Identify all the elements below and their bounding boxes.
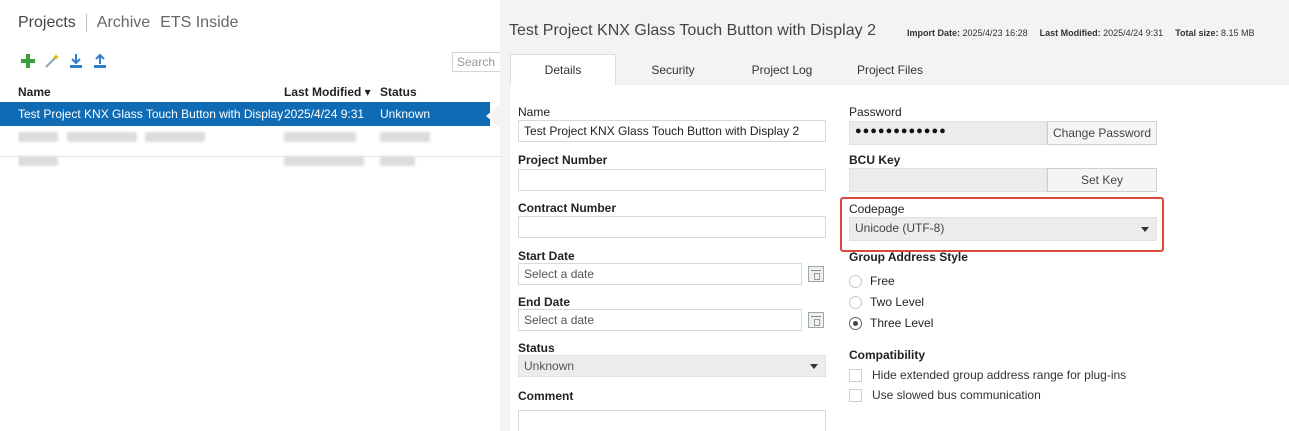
project-meta: Import Date: 2025/4/23 16:28 Last Modifi…	[907, 28, 1255, 38]
column-status[interactable]: Status	[380, 85, 460, 102]
tab-separator	[85, 14, 87, 32]
start-date-label: Start Date	[518, 249, 575, 263]
last-modified-value: 2025/4/24 9:31	[1103, 28, 1164, 38]
projects-table: Name Last Modified ▾ Status Test Project…	[0, 85, 500, 174]
table-row-selected[interactable]: Test Project KNX Glass Touch Button with…	[0, 102, 490, 126]
end-date-field[interactable]: Select a date	[518, 309, 802, 331]
table-row[interactable]	[18, 150, 500, 174]
column-name[interactable]: Name	[18, 85, 284, 102]
ets-window: Projects Archive ETS Inside Search Name	[0, 0, 1289, 431]
radio-two-level[interactable]: Two Level	[849, 295, 924, 309]
project-number-label: Project Number	[518, 153, 608, 167]
selection-pointer	[486, 104, 500, 128]
table-row[interactable]	[18, 126, 500, 150]
radio-free[interactable]: Free	[849, 274, 895, 288]
import-icon[interactable]	[68, 53, 84, 69]
divider	[0, 156, 500, 157]
add-icon[interactable]	[20, 53, 36, 69]
table-header: Name Last Modified ▾ Status	[18, 85, 500, 102]
calendar-icon[interactable]	[808, 312, 824, 328]
row-name: Test Project KNX Glass Touch Button with…	[18, 107, 284, 121]
row-last-modified-redacted	[284, 155, 380, 169]
project-details-pane: Test Project KNX Glass Touch Button with…	[500, 0, 1289, 431]
last-modified: Last Modified: 2025/4/24 9:31	[1040, 28, 1164, 38]
name-label: Name	[518, 105, 551, 119]
radio-button[interactable]	[849, 274, 862, 288]
row-status-redacted	[380, 155, 460, 169]
wand-icon[interactable]	[44, 53, 60, 69]
end-date-label: End Date	[518, 295, 571, 309]
calendar-icon[interactable]	[808, 266, 824, 282]
last-modified-label: Last Modified:	[1039, 28, 1101, 38]
radio-label: Two Level	[870, 295, 925, 309]
bcu-key-label: BCU Key	[849, 153, 901, 167]
password-field[interactable]: ●●●●●●●●●●●●	[849, 121, 1047, 145]
row-status-redacted	[380, 131, 460, 145]
radio-button-selected[interactable]	[849, 316, 862, 330]
import-date-label: Import Date:	[907, 28, 961, 38]
bcu-key-field[interactable]	[849, 168, 1047, 192]
total-size-value: 8.15 MB	[1221, 28, 1255, 38]
project-toolbar	[20, 53, 108, 69]
tab-ets-inside[interactable]: ETS Inside	[160, 14, 248, 32]
left-tabs: Projects Archive ETS Inside	[18, 14, 248, 32]
total-size: Total size: 8.15 MB	[1175, 28, 1254, 38]
group-address-style-label: Group Address Style	[849, 250, 968, 264]
row-name-redacted	[18, 155, 284, 169]
checkbox[interactable]	[849, 368, 862, 382]
tab-details[interactable]: Details	[510, 54, 616, 85]
checkbox[interactable]	[849, 388, 862, 402]
chevron-down-icon	[1141, 227, 1149, 232]
project-title: Test Project KNX Glass Touch Button with…	[509, 22, 876, 39]
name-field[interactable]: Test Project KNX Glass Touch Button with…	[518, 120, 826, 142]
start-date-field[interactable]: Select a date	[518, 263, 802, 285]
tab-security[interactable]: Security	[616, 54, 730, 85]
radio-button[interactable]	[849, 295, 862, 309]
radio-three-level[interactable]: Three Level	[849, 316, 933, 330]
comment-label: Comment	[518, 389, 574, 403]
row-last-modified: 2025/4/24 9:31	[284, 107, 365, 121]
contract-number-field[interactable]	[518, 216, 826, 238]
change-password-button[interactable]: Change Password	[1047, 121, 1157, 145]
projects-pane: Projects Archive ETS Inside Search Name	[0, 0, 500, 431]
radio-label: Three Level	[870, 316, 934, 330]
tab-project-log[interactable]: Project Log	[730, 54, 834, 85]
detail-tabs: Details Security Project Log Project Fil…	[510, 54, 946, 85]
comment-field[interactable]	[518, 410, 826, 431]
chevron-down-icon	[810, 364, 818, 369]
export-icon[interactable]	[92, 53, 108, 69]
import-date-value: 2025/4/23 16:28	[962, 28, 1028, 38]
compatibility-label: Compatibility	[849, 348, 926, 362]
checkbox-label: Hide extended group address range for pl…	[872, 368, 1127, 382]
password-label: Password	[849, 105, 902, 119]
checkbox-slowed-bus[interactable]: Use slowed bus communication	[849, 388, 1041, 402]
status-label: Status	[518, 341, 555, 355]
import-date: Import Date: 2025/4/23 16:28	[907, 28, 1028, 38]
row-name-redacted	[18, 131, 284, 145]
row-status: Unknown	[380, 107, 431, 121]
column-last-modified[interactable]: Last Modified ▾	[284, 85, 380, 102]
radio-label: Free	[870, 274, 895, 288]
contract-number-label: Contract Number	[518, 201, 617, 215]
codepage-label: Codepage	[849, 202, 905, 216]
search-input[interactable]: Search	[452, 52, 500, 72]
codepage-select[interactable]: Unicode (UTF-8)	[849, 217, 1157, 241]
project-number-field[interactable]	[518, 169, 826, 191]
set-key-button[interactable]: Set Key	[1047, 168, 1157, 192]
tab-projects[interactable]: Projects	[18, 14, 86, 32]
tab-archive[interactable]: Archive	[97, 14, 160, 32]
tab-project-files[interactable]: Project Files	[834, 54, 946, 85]
checkbox-label: Use slowed bus communication	[872, 388, 1041, 402]
total-size-label: Total size:	[1175, 28, 1219, 38]
row-last-modified-redacted	[284, 131, 380, 145]
details-form: Name Test Project KNX Glass Touch Button…	[510, 85, 1289, 431]
checkbox-hide-extended-range[interactable]: Hide extended group address range for pl…	[849, 368, 1126, 382]
status-select[interactable]: Unknown	[518, 355, 826, 377]
